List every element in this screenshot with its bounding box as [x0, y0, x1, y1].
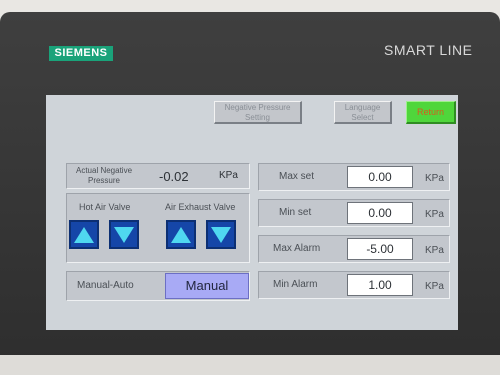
wall-background	[0, 355, 500, 375]
hot-air-valve-label: Hot Air Valve	[79, 202, 131, 212]
max-set-input[interactable]: 0.00	[347, 166, 413, 188]
language-select-line2: Select	[351, 113, 374, 122]
min-alarm-unit: KPa	[425, 281, 444, 292]
manual-auto-label: Manual-Auto	[77, 280, 134, 291]
max-set-label: Max set	[279, 171, 315, 182]
negative-pressure-setting-button[interactable]: Negative Pressure Setting	[214, 101, 302, 124]
arrow-down-icon	[211, 226, 231, 243]
min-set-input[interactable]: 0.00	[347, 202, 413, 224]
air-exhaust-valve-label: Air Exhaust Valve	[165, 202, 236, 212]
actual-pressure-label-line1: Actual Negative	[75, 166, 133, 175]
actual-pressure-label: Actual Negative Pressure	[69, 166, 139, 186]
model-name: SMART LINE	[384, 42, 473, 58]
hot-air-valve-down-button[interactable]	[109, 220, 139, 249]
valve-panel: Hot Air Valve Air Exhaust Valve	[66, 193, 250, 263]
max-set-row: Max set 0.00 KPa	[258, 163, 450, 191]
language-select-button[interactable]: Language Select	[334, 101, 392, 124]
negative-pressure-setting-line1: Negative Pressure	[224, 103, 291, 112]
actual-pressure-unit: KPa	[219, 170, 238, 181]
min-set-unit: KPa	[425, 209, 444, 220]
return-button[interactable]: Return	[406, 101, 456, 124]
min-set-label: Min set	[279, 207, 312, 218]
manual-auto-toggle-button[interactable]: Manual	[165, 273, 249, 299]
min-alarm-input[interactable]: 1.00	[347, 274, 413, 296]
max-alarm-unit: KPa	[425, 245, 444, 256]
hmi-screen: Negative Pressure Setting Language Selec…	[46, 95, 458, 330]
air-exhaust-valve-down-button[interactable]	[206, 220, 236, 249]
arrow-up-icon	[74, 226, 94, 243]
actual-pressure-value: -0.02	[159, 169, 189, 184]
actual-pressure-panel: Actual Negative Pressure -0.02 KPa	[66, 163, 250, 189]
air-exhaust-valve-up-button[interactable]	[166, 220, 196, 249]
min-alarm-row: Min Alarm 1.00 KPa	[258, 271, 450, 299]
arrow-down-icon	[114, 226, 134, 243]
max-alarm-label: Max Alarm	[273, 243, 321, 254]
arrow-up-icon	[171, 226, 191, 243]
max-set-unit: KPa	[425, 173, 444, 184]
max-alarm-row: Max Alarm -5.00 KPa	[258, 235, 450, 263]
mode-panel: Manual-Auto Manual	[66, 271, 250, 301]
brand-logo: SIEMENS	[49, 46, 113, 61]
actual-pressure-label-line2: Pressure	[87, 176, 120, 185]
min-set-row: Min set 0.00 KPa	[258, 199, 450, 227]
min-alarm-label: Min Alarm	[273, 279, 318, 290]
language-select-line1: Language	[344, 103, 381, 112]
max-alarm-input[interactable]: -5.00	[347, 238, 413, 260]
hot-air-valve-up-button[interactable]	[69, 220, 99, 249]
negative-pressure-setting-line2: Setting	[245, 113, 270, 122]
